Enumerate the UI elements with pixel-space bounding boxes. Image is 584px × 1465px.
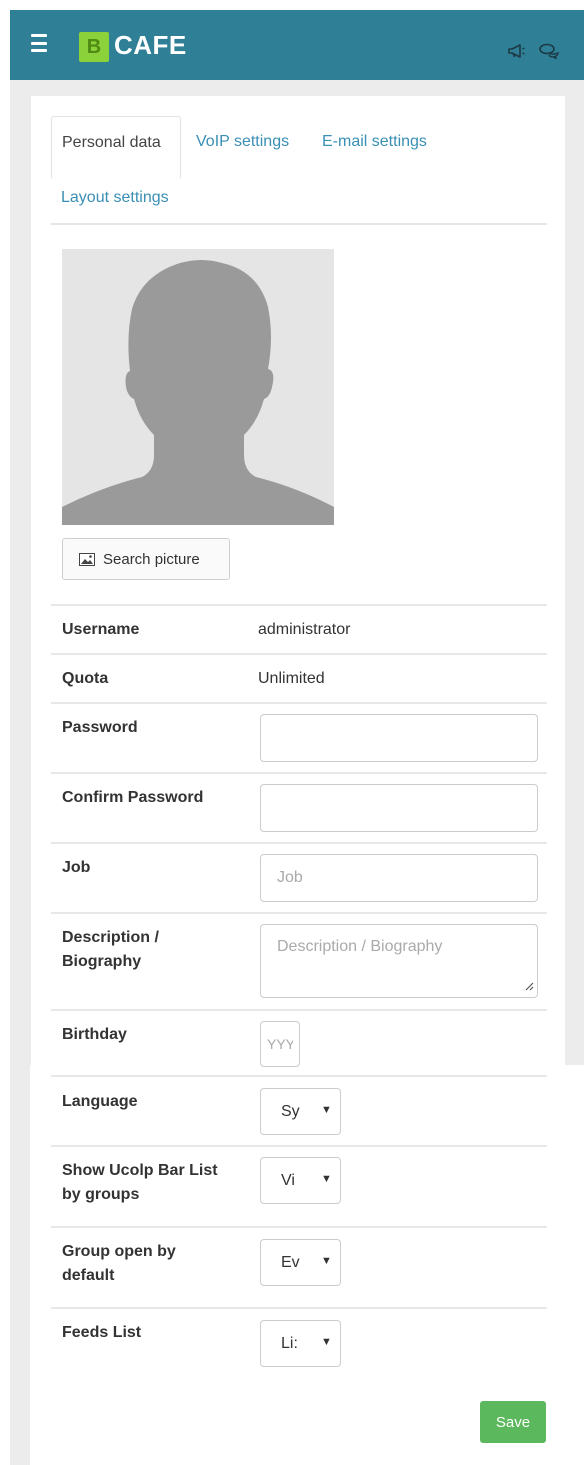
divider	[51, 912, 547, 914]
divider	[51, 1226, 547, 1228]
confirm-password-label: Confirm Password	[62, 789, 204, 806]
confirm-password-field[interactable]	[260, 784, 538, 832]
tab-layout-settings[interactable]: Layout settings	[61, 189, 169, 207]
logo-badge: B	[79, 32, 109, 62]
ucolp-bar-select[interactable]: Vi ▼	[260, 1157, 341, 1204]
group-open-selected-value: Ev	[281, 1253, 300, 1271]
divider	[51, 772, 547, 774]
top-bar: B CAFE	[10, 10, 584, 80]
feeds-list-selected-value: Li:	[281, 1334, 298, 1352]
page-background-lower	[10, 1065, 30, 1465]
divider	[51, 604, 547, 606]
save-button[interactable]: Save	[480, 1401, 546, 1443]
caret-down-icon: ▼	[321, 1255, 332, 1267]
divider	[51, 1075, 547, 1077]
divider	[51, 702, 547, 704]
group-open-label-line1: Group open by	[62, 1243, 176, 1260]
image-icon	[79, 552, 95, 566]
tab-email-settings[interactable]: E-mail settings	[322, 133, 427, 151]
job-label: Job	[62, 859, 91, 876]
caret-down-icon: ▼	[321, 1336, 332, 1348]
tab-personal-data[interactable]: Personal data	[51, 116, 181, 178]
divider	[51, 653, 547, 655]
group-open-select[interactable]: Ev ▼	[260, 1239, 341, 1286]
description-field[interactable]	[260, 924, 538, 998]
ucolp-bar-selected-value: Vi	[281, 1171, 295, 1189]
menu-icon[interactable]	[31, 34, 47, 52]
job-field[interactable]	[260, 854, 538, 902]
brand-name: CAFE	[114, 30, 187, 60]
username-value: administrator	[258, 621, 351, 638]
caret-down-icon: ▼	[321, 1104, 332, 1116]
person-silhouette-icon	[62, 260, 334, 525]
tabs-divider	[51, 223, 547, 225]
language-selected-value: Sy	[281, 1102, 300, 1120]
chat-icon[interactable]	[538, 43, 560, 64]
description-label-line1: Description /	[62, 929, 159, 946]
avatar	[62, 249, 334, 525]
divider	[51, 1009, 547, 1011]
feeds-list-select[interactable]: Li: ▼	[260, 1320, 341, 1367]
birthday-field[interactable]	[260, 1021, 300, 1067]
divider	[51, 842, 547, 844]
description-label-line2: Biography	[62, 953, 142, 970]
divider	[51, 1145, 547, 1147]
feeds-list-label: Feeds List	[62, 1324, 142, 1341]
ucolp-bar-label-line2: by groups	[62, 1186, 140, 1203]
description-label: Description / Biography	[62, 926, 159, 974]
language-label: Language	[62, 1093, 138, 1110]
search-picture-button[interactable]: Search picture	[62, 538, 230, 580]
megaphone-icon[interactable]	[507, 43, 527, 64]
search-picture-label: Search picture	[103, 550, 200, 568]
caret-down-icon: ▼	[321, 1173, 332, 1185]
tab-voip-settings[interactable]: VoIP settings	[196, 133, 289, 151]
divider	[51, 1307, 547, 1309]
group-open-label-line2: default	[62, 1267, 115, 1284]
password-field[interactable]	[260, 714, 538, 762]
profile-card: Personal data VoIP settings E-mail setti…	[31, 96, 565, 1465]
quota-value: Unlimited	[258, 670, 325, 687]
language-select[interactable]: Sy ▼	[260, 1088, 341, 1135]
ucolp-bar-label-line1: Show Ucolp Bar List	[62, 1162, 218, 1179]
quota-label: Quota	[62, 670, 109, 687]
password-label: Password	[62, 719, 138, 736]
ucolp-bar-label: Show Ucolp Bar List by groups	[62, 1159, 218, 1207]
birthday-label: Birthday	[62, 1026, 127, 1043]
group-open-label: Group open by default	[62, 1240, 176, 1288]
username-label: Username	[62, 621, 140, 638]
